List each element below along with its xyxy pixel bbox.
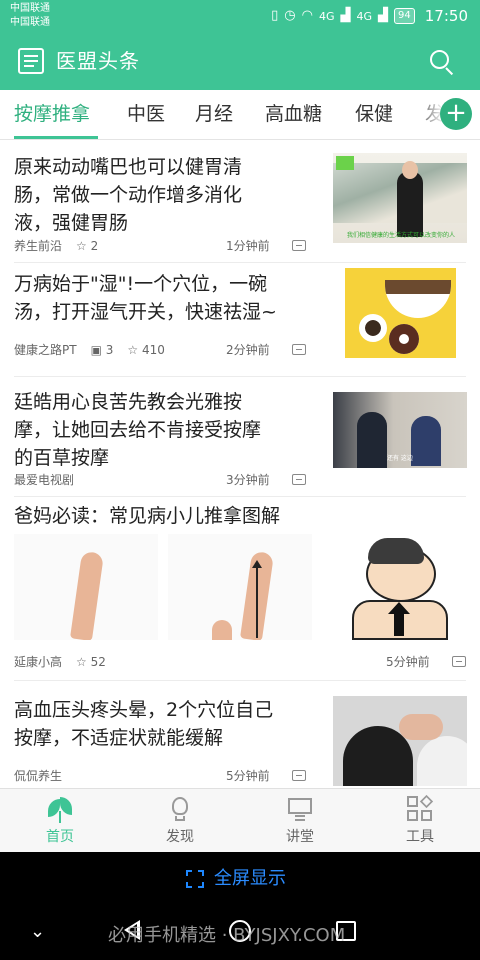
- article-source: 侃侃养生: [14, 769, 63, 783]
- article-time: 2分钟前: [226, 343, 270, 357]
- article-title: 爸妈必读：常见病小儿推拿图解: [14, 505, 281, 527]
- nav-discover-label: 发现: [166, 829, 194, 845]
- dismiss-icon[interactable]: [452, 656, 466, 667]
- category-tab-bar: 按摩推拿 中医 月经 高血糖 保健 发 +: [0, 90, 480, 140]
- sprout-icon: [46, 795, 74, 823]
- clock: 17:50: [424, 7, 468, 25]
- dismiss-icon[interactable]: [292, 770, 306, 781]
- article-meta: 延康小高 ☆ 52: [14, 654, 106, 670]
- article-meta: 最爱电视剧: [14, 472, 74, 488]
- gallery-image: [322, 534, 466, 640]
- carrier-label: 中国联通: [10, 3, 50, 14]
- star-count: ☆ 410: [127, 343, 165, 357]
- tab-tcm[interactable]: 中医: [127, 100, 165, 128]
- article-thumbnail: [345, 268, 456, 358]
- article-time: 3分钟前: [226, 473, 270, 487]
- add-channel-button[interactable]: +: [440, 98, 472, 130]
- nav-tools-label: 工具: [406, 829, 434, 845]
- search-button[interactable]: [428, 48, 456, 76]
- article-time: 1分钟前: [226, 239, 270, 253]
- fullscreen-bar[interactable]: 全屏显示: [0, 852, 480, 908]
- article-title: 原来动动嘴巴也可以健胃清 肠，常做一个动作增多消化 液，强健胃肠: [14, 156, 243, 234]
- watermark: 必用手机精选 · BYJSJXY.COM: [108, 925, 346, 946]
- tab-massage[interactable]: 按摩推拿: [14, 100, 90, 128]
- dismiss-icon[interactable]: [292, 344, 306, 355]
- active-tab-indicator: [14, 136, 98, 139]
- article-title: 廷皓用心良苦先教会光雅按 摩，让她回去给不肯接受按摩 的百草按摩: [14, 391, 262, 469]
- nav-lecture[interactable]: 讲堂: [240, 789, 360, 853]
- article-source: 健康之路PT: [14, 343, 77, 357]
- gallery-image: [168, 534, 312, 640]
- carrier-label-2: 中国联通: [10, 17, 50, 28]
- tab-hyperglycemia[interactable]: 高血糖: [265, 100, 322, 128]
- article-title: 高血压头疼头晕，2个穴位自己 按摩，不适症状就能缓解: [14, 699, 274, 749]
- nav-home-label: 首页: [46, 829, 74, 845]
- nav-tools[interactable]: 工具: [360, 789, 480, 853]
- article-thumbnail: 还有 这边: [333, 392, 467, 468]
- nav-lecture-label: 讲堂: [286, 829, 314, 845]
- article-meta: 养生前沿 ☆ 2: [14, 238, 98, 254]
- comment-count: ▣ 3: [90, 343, 114, 357]
- app-header: 医盟头条: [0, 34, 480, 90]
- wifi-icon: ◠: [301, 8, 313, 23]
- article-meta: 侃侃养生: [14, 768, 62, 784]
- article-source: 最爱电视剧: [14, 473, 75, 487]
- collapse-nav-icon[interactable]: ⌄: [30, 920, 45, 944]
- bottom-nav: 首页 发现 讲堂 工具: [0, 788, 480, 852]
- tab-menstruation[interactable]: 月经: [195, 100, 233, 128]
- status-icons: ▯ ◷ ◠ 4G ▟ 4G ▟ 94 17:50: [271, 6, 468, 26]
- signal-icon: ▟: [340, 8, 351, 23]
- article-source: 延康小高: [14, 655, 63, 669]
- dismiss-icon[interactable]: [292, 240, 306, 251]
- lightbulb-icon: [166, 795, 194, 823]
- article-meta: 健康之路PT ▣ 3 ☆ 410: [14, 342, 165, 358]
- status-bar: 中国联通 中国联通 ▯ ◷ ◠ 4G ▟ 4G ▟ 94 17:50: [0, 0, 480, 34]
- battery-indicator: 94: [394, 8, 415, 24]
- article-thumbnail: 我们相信健康的生活方式可以改变你的人: [333, 153, 467, 243]
- signal-4g-label: 4G: [318, 9, 335, 23]
- article-thumbnail: [333, 696, 467, 786]
- gallery-image: [14, 534, 158, 640]
- thumbnail-caption: 我们相信健康的生活方式可以改变你的人: [347, 232, 456, 239]
- app-title: 医盟头条: [56, 49, 140, 73]
- signal-4g-label-2: 4G: [356, 9, 373, 23]
- star-count: ☆ 2: [76, 239, 99, 253]
- article-time: 5分钟前: [226, 769, 270, 783]
- article-source: 养生前沿: [14, 239, 63, 253]
- nav-home[interactable]: 首页: [0, 789, 120, 853]
- star-count: ☆ 52: [76, 655, 106, 669]
- alarm-icon: ◷: [284, 8, 296, 23]
- thumbnail-subtitle: 还有 这边: [387, 455, 413, 462]
- news-feed[interactable]: 原来动动嘴巴也可以健胃清 肠，常做一个动作增多消化 液，强健胃肠 养生前沿 ☆ …: [0, 140, 480, 788]
- article-title: 万病始于"湿"!一个穴位，一碗 汤，打开湿气开关，快速祛湿~: [14, 273, 277, 323]
- fullscreen-label[interactable]: 全屏显示: [214, 866, 286, 892]
- monitor-icon: [286, 795, 314, 823]
- dismiss-icon[interactable]: [292, 474, 306, 485]
- vibrate-icon: ▯: [271, 8, 279, 23]
- nav-discover[interactable]: 发现: [120, 789, 240, 853]
- fullscreen-icon: [186, 870, 204, 888]
- grid-icon: [406, 794, 434, 823]
- signal-icon-2: ▟: [378, 8, 389, 23]
- plus-icon: +: [445, 98, 467, 128]
- newspaper-icon: [18, 48, 44, 74]
- article-time: 5分钟前: [386, 655, 430, 669]
- tab-health-care[interactable]: 保健: [355, 100, 393, 128]
- system-nav-bar: ⌄ 必用手机精选 · BYJSJXY.COM: [0, 908, 480, 960]
